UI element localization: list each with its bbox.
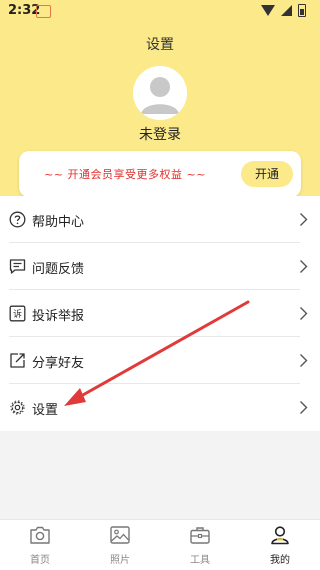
tab-label: 首页: [30, 555, 50, 566]
chevron-right-icon: [300, 260, 308, 273]
feedback-icon: [9, 259, 26, 274]
menu-item-label: 投诉举报: [32, 309, 85, 324]
tab-photos[interactable]: 照片: [80, 520, 160, 570]
chevron-right-icon: [300, 213, 308, 226]
menu-item-label: 帮助中心: [32, 215, 85, 230]
vip-open-button[interactable]: 开通: [241, 161, 293, 187]
menu-item-label: 问题反馈: [32, 262, 85, 277]
camera-icon: [30, 526, 50, 544]
menu-item-label: 设置: [32, 403, 59, 418]
image-icon: [110, 526, 130, 544]
tab-label: 我的: [270, 555, 290, 566]
settings-gear-icon: [10, 400, 25, 415]
battery-icon: [298, 4, 306, 17]
tab-mine[interactable]: 我的: [240, 520, 320, 570]
avatar[interactable]: [133, 66, 187, 120]
status-bar: 2:32: [0, 0, 320, 22]
vip-promo-text: ~~ 开通会员享受更多权益 ~~: [44, 168, 206, 181]
menu-item-help-center[interactable]: 帮助中心: [0, 196, 320, 243]
signal-icon: [281, 5, 292, 16]
bottom-tab-bar: 首页 照片 工具 我的: [0, 519, 320, 570]
chevron-right-icon: [300, 401, 308, 414]
menu-item-settings[interactable]: 设置: [0, 384, 320, 431]
user-icon: [271, 526, 289, 545]
default-avatar-icon: [133, 66, 187, 120]
settings-menu: 帮助中心 问题反馈 诉 投诉举报 分享好友 设置: [0, 196, 320, 431]
toolbox-icon: [190, 527, 210, 544]
share-icon: [10, 353, 25, 368]
calendar-notification-icon: [36, 5, 51, 18]
login-status[interactable]: 未登录: [0, 124, 320, 144]
wifi-icon: [261, 5, 275, 16]
tab-home[interactable]: 首页: [0, 520, 80, 570]
vip-banner[interactable]: ~~ 开通会员享受更多权益 ~~ 开通: [19, 151, 301, 197]
system-icons: [261, 4, 306, 17]
tab-label: 工具: [190, 555, 210, 566]
tab-tools[interactable]: 工具: [160, 520, 240, 570]
svg-text:诉: 诉: [13, 308, 22, 320]
page-title: 设置: [146, 37, 174, 53]
menu-item-share[interactable]: 分享好友: [0, 337, 320, 384]
tab-label: 照片: [110, 555, 130, 566]
chevron-right-icon: [300, 354, 308, 367]
menu-item-label: 分享好友: [32, 356, 85, 371]
complaint-icon: 诉: [9, 305, 26, 322]
help-circle-icon: [9, 211, 26, 228]
chevron-right-icon: [300, 307, 308, 320]
menu-item-feedback[interactable]: 问题反馈: [0, 243, 320, 290]
menu-item-complaint[interactable]: 诉 投诉举报: [0, 290, 320, 337]
